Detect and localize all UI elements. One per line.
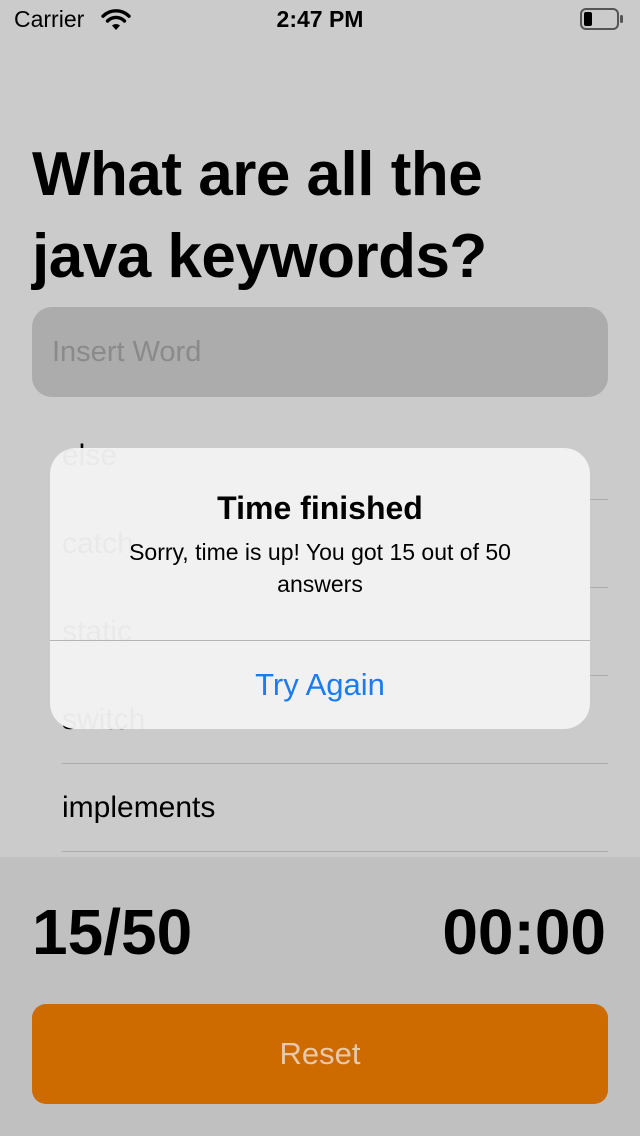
alert-title: Time finished xyxy=(217,490,423,526)
score-counter: 15/50 xyxy=(32,896,193,968)
alert-message: Sorry, time is up! You got 15 out of 50 … xyxy=(129,539,511,597)
status-bar: Carrier 2:47 PM xyxy=(0,0,640,40)
word-input[interactable] xyxy=(32,307,608,397)
answer-row: implements xyxy=(62,764,608,852)
reset-button[interactable]: Reset xyxy=(32,1004,608,1104)
battery-icon xyxy=(580,8,623,30)
status-time: 2:47 PM xyxy=(276,6,364,32)
bottom-panel: 15/50 00:00 Reset xyxy=(0,857,640,1136)
app-screen: Carrier 2:47 PM What are all the java ke… xyxy=(0,0,640,1136)
question-title: What are all the java keywords? xyxy=(32,140,487,291)
countdown-timer: 00:00 xyxy=(442,896,606,968)
try-again-button[interactable]: Try Again xyxy=(50,641,590,729)
time-finished-alert: Time finished Sorry, time is up! You got… xyxy=(50,448,590,729)
